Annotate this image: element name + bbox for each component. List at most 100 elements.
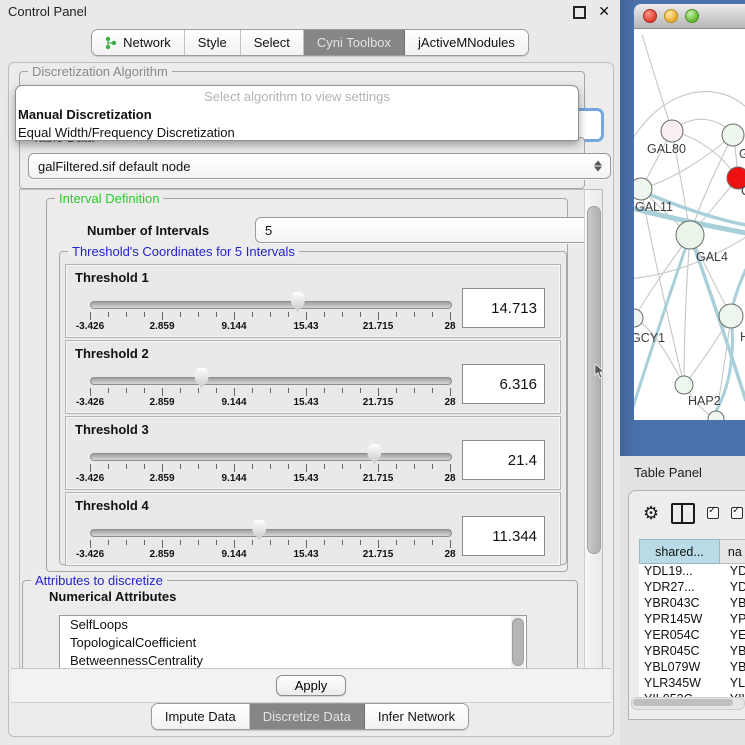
checkbox-icon[interactable]	[707, 507, 719, 519]
numerical-attributes-label: Numerical Attributes	[49, 589, 176, 604]
table-header-row: shared... na	[639, 539, 745, 564]
minimize-traffic-light-icon[interactable]	[664, 9, 678, 23]
slider-thumb[interactable]	[252, 520, 267, 540]
table-row[interactable]: YER054CYER0	[639, 628, 745, 644]
apply-button[interactable]: Apply	[276, 675, 347, 696]
table-row[interactable]: YLR345WYLR3	[639, 676, 745, 692]
threshold-box-threshold-3: Threshold 3-3.4262.8599.14415.4321.71528…	[65, 416, 561, 490]
table-horizontal-scrollbar[interactable]	[631, 697, 745, 710]
threshold-value-field[interactable]: 6.316	[462, 364, 545, 404]
tab-label: jActiveMNodules	[418, 35, 515, 50]
network-node-gal80[interactable]	[661, 120, 683, 142]
cell-name: YDR2	[722, 580, 745, 596]
network-window: GAL80GACGAL11GAL4GCY1HHAP2	[634, 4, 745, 420]
tab-select[interactable]: Select	[241, 30, 304, 55]
tab-infer-network[interactable]: Infer Network	[365, 704, 468, 729]
cyni-toolbox-panel: Discretization Algorithm Select algorith…	[8, 62, 614, 737]
table-body: YDL19...YDL1YDR27...YDR2YBR043CYBR0YPR14…	[639, 564, 745, 697]
threshold-label: Threshold 4	[75, 498, 149, 513]
cell-name: YER0	[722, 628, 745, 644]
algorithm-option-manual[interactable]: Manual Discretization	[16, 106, 578, 124]
tab-impute-data[interactable]: Impute Data	[152, 704, 250, 729]
numerical-attributes-list[interactable]: SelfLoopsTopologicalCoefficientBetweenne…	[59, 615, 527, 670]
threshold-value-field[interactable]: 14.713	[462, 288, 545, 328]
network-edge[interactable]	[684, 316, 731, 385]
tab-jactivemnodules[interactable]: jActiveMNodules	[405, 30, 528, 55]
tab-label: Infer Network	[378, 709, 455, 724]
table-panel-inner: ⚙ shared... na YDL19...YDL1YDR27...YDR2Y…	[628, 490, 745, 720]
panel-title: Control Panel	[8, 4, 87, 19]
network-node-gal4[interactable]	[676, 221, 704, 249]
slider-thumb[interactable]	[290, 292, 305, 312]
attribute-item-selfloops[interactable]: SelfLoops	[60, 616, 526, 634]
checkbox-icon[interactable]	[731, 507, 743, 519]
zoom-traffic-light-icon[interactable]	[685, 9, 699, 23]
cell-name: YBR0	[722, 596, 745, 612]
slider-track[interactable]	[90, 529, 452, 537]
network-node-gcy1[interactable]	[634, 309, 643, 327]
tab-discretize-data[interactable]: Discretize Data	[250, 704, 365, 729]
algorithm-option-equal-width[interactable]: Equal Width/Frequency Discretization	[16, 124, 578, 141]
number-of-intervals-combobox[interactable]: 5	[255, 217, 603, 243]
network-edge[interactable]	[634, 235, 690, 318]
node-label: C	[741, 184, 745, 198]
network-node[interactable]	[708, 411, 724, 420]
cell-shared-name: YBL079W	[639, 660, 722, 676]
slider-track[interactable]	[90, 301, 452, 309]
threshold-label: Threshold 3	[75, 422, 149, 437]
tab-network[interactable]: Network	[92, 30, 185, 55]
split-columns-icon[interactable]	[671, 503, 695, 524]
table-row[interactable]: YBL079WYBL0	[639, 660, 745, 676]
table-data-combobox[interactable]: galFiltered.sif default node	[28, 153, 611, 179]
node-label: GA	[739, 147, 745, 161]
table-row[interactable]: YDR27...YDR2	[639, 580, 745, 596]
threshold-value-field[interactable]: 21.4	[462, 440, 545, 480]
table-row[interactable]: YPR145WYPR1	[639, 612, 745, 628]
cell-name: YBR0	[722, 644, 745, 660]
threshold-value-field[interactable]: 11.344	[462, 516, 545, 556]
network-edge[interactable]	[684, 235, 690, 385]
close-traffic-light-icon[interactable]	[643, 9, 657, 23]
cell-name: YBL0	[722, 660, 745, 676]
network-canvas[interactable]: GAL80GACGAL11GAL4GCY1HHAP2	[634, 29, 745, 420]
number-of-intervals-label: Number of Intervals	[87, 223, 209, 238]
network-window-titlebar[interactable]	[634, 4, 745, 29]
algorithm-dropdown-popup: Select algorithm to view settings Manual…	[15, 85, 579, 141]
column-header-shared-name[interactable]: shared...	[639, 539, 720, 564]
close-icon[interactable]: ✕	[598, 3, 610, 20]
network-node-ga[interactable]	[722, 124, 744, 146]
tab-cyni-toolbox[interactable]: Cyni Toolbox	[304, 30, 405, 55]
slider-track[interactable]	[90, 377, 452, 385]
attribute-item-topologicalcoefficient[interactable]: TopologicalCoefficient	[60, 634, 526, 652]
tab-style[interactable]: Style	[185, 30, 241, 55]
cell-shared-name: YER054C	[639, 628, 722, 644]
node-label: GAL11	[635, 200, 673, 214]
scrollbar-thumb[interactable]	[587, 206, 601, 554]
network-node-hap2[interactable]	[675, 376, 693, 394]
table-row[interactable]: YBR045CYBR0	[639, 644, 745, 660]
float-window-icon[interactable]	[573, 6, 586, 19]
thresholds-group-label: Threshold's Coordinates for 5 Intervals	[68, 244, 299, 259]
attribute-list-scrollbar[interactable]	[511, 616, 524, 670]
network-node-h[interactable]	[719, 304, 743, 328]
cell-shared-name: YBR045C	[639, 644, 722, 660]
threshold-box-threshold-4: Threshold 4-3.4262.8599.14415.4321.71528…	[65, 492, 561, 566]
table-panel: Table Panel ⚙ shared... na YDL19...YDL1Y…	[620, 456, 745, 745]
network-edge[interactable]	[642, 35, 672, 131]
node-label: GAL80	[647, 142, 686, 156]
settings-vertical-scrollbar[interactable]	[584, 190, 602, 669]
table-row[interactable]: YDL19...YDL1	[639, 564, 745, 580]
gear-icon[interactable]: ⚙	[643, 504, 659, 522]
tab-label: Network	[123, 35, 171, 50]
slider-tick-labels: -3.4262.8599.14415.4321.71528	[90, 321, 450, 333]
scrollbar-thumb[interactable]	[633, 699, 733, 706]
slider-thumb[interactable]	[194, 368, 209, 388]
slider-thumb[interactable]	[367, 444, 382, 464]
table-row[interactable]: YBR043CYBR0	[639, 596, 745, 612]
table-toolbar: ⚙	[629, 491, 745, 535]
network-node-gal11[interactable]	[634, 178, 652, 200]
cell-shared-name: YLR345W	[639, 676, 722, 692]
tab-label: Cyni Toolbox	[317, 35, 391, 50]
column-header-name[interactable]: na	[720, 539, 745, 564]
slider-track[interactable]	[90, 453, 452, 461]
